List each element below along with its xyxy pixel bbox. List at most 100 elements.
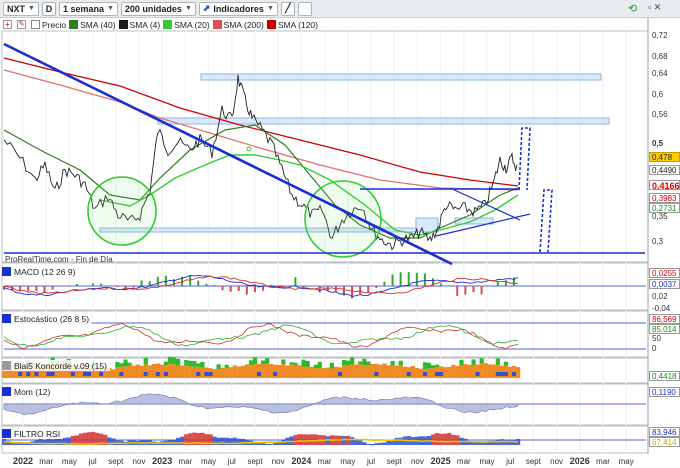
koncorde-bar [273,364,278,378]
koncorde-swatch-icon [2,361,11,370]
time-axis-label: jul [227,457,236,466]
time-axis-label: mar [317,457,332,466]
macd-axis-label: 0,02 [652,292,668,301]
koncorde-bar [410,365,415,378]
koncorde-bar [159,364,165,378]
koncorde-green-bar [192,360,197,367]
highlight-circle-1[interactable] [87,176,157,246]
koncorde-bar [212,369,217,378]
rsi-bar [341,436,347,445]
koncorde-blue-bar [46,372,51,376]
koncorde-green-bar [329,362,335,369]
koncorde-bar [261,364,266,378]
highlight-circle-2[interactable] [304,180,382,258]
highlight-circle-3[interactable] [246,146,252,152]
macd-axis-label: -0,04 [652,304,671,313]
koncorde-bar [483,363,488,378]
koncorde-green-bar [305,361,310,367]
time-axis-label: 2026 [569,456,590,466]
price-line [3,74,518,251]
macd-histogram-bar [35,286,38,292]
koncorde-green-bar [495,358,500,365]
macd-histogram-bar [67,286,70,287]
koncorde-bar [313,367,318,378]
rsi-bar [240,438,245,445]
mom-label: Mom (12) [14,386,51,397]
macd-histogram-bar [75,284,78,286]
koncorde-green-bar [123,359,128,367]
stoch-tag: 85,014 [649,324,680,334]
mom-panel-title[interactable]: Mom (12) [2,386,54,397]
koncorde-blue-bar [511,372,517,376]
stoch-panel-title[interactable]: Estocástico (26 8 5) [2,313,93,324]
macd-histogram-bar [480,286,483,295]
stoch-axis-label: 0 [652,344,657,353]
koncorde-panel-title[interactable]: Blai5 Koncorde v.09 (15) [2,360,110,371]
koncorde-green-bar [252,357,258,365]
koncorde-bar [285,365,290,378]
koncorde-bar [171,364,177,378]
koncorde-green-bar [362,358,367,366]
koncorde-bar [232,365,237,378]
koncorde-bar [511,365,517,378]
zone-box-small[interactable] [415,217,439,233]
triangle-bottom-line[interactable] [435,213,531,237]
koncorde-blue-bar [422,372,428,376]
koncorde-bar [176,365,181,378]
koncorde-bar [325,367,330,378]
koncorde-bar [277,364,282,378]
time-axis-label: jul [88,457,97,466]
macd-histogram-bar [391,274,394,286]
koncorde-green-bar [398,360,403,366]
koncorde-bar [370,363,375,378]
macd-histogram-bar [156,276,159,286]
price-tag: 0,3983 [649,193,680,203]
koncorde-bar [499,365,505,378]
time-axis-label: may [201,457,217,466]
macd-histogram-bar [456,286,459,296]
rsi-panel-title[interactable]: FILTRO RSI [2,428,64,439]
macd-histogram-bar [213,284,216,286]
projection-arrow-2[interactable] [539,189,553,253]
macd-histogram-bar [294,277,297,286]
koncorde-blue-bar [34,372,39,376]
macd-histogram-bar [197,280,200,286]
koncorde-bar [341,365,347,378]
koncorde-blue-bar [503,372,509,376]
koncorde-bar [216,369,221,378]
price-tag: 0,4166 [649,180,680,190]
koncorde-green-bar [431,365,436,369]
time-axis-label: may [61,457,77,466]
time-axis-label: mar [39,457,54,466]
rsi-swatch-icon [2,429,11,438]
chart-canvas[interactable] [0,0,680,468]
koncorde-green-bar [350,357,355,365]
koncorde-bar [200,367,205,378]
mom-tag: 0,1190 [649,387,680,397]
koncorde-blue-bar [163,372,169,376]
time-axis-label: may [340,457,356,466]
rsi-bar [443,433,448,445]
koncorde-blue-bar [18,372,23,376]
projection-arrow-1[interactable] [518,127,531,191]
zone-box-top[interactable] [200,73,602,81]
koncorde-green-bar [459,359,464,366]
koncorde-blue-bar [439,372,444,376]
rsi-bar [82,432,88,445]
rsi-bar [439,433,444,445]
time-axis-label: jul [366,457,376,466]
koncorde-bar [418,368,424,378]
macd-histogram-bar [51,286,54,290]
time-axis-label: nov [410,457,424,466]
koncorde-bar [269,363,274,378]
koncorde-green-bar [346,360,351,366]
macd-panel-title[interactable]: MACD (12 26 9) [2,266,79,277]
koncorde-bar [236,366,241,378]
koncorde-bar [240,365,245,378]
koncorde-green-bar [435,364,440,368]
koncorde-blue-bar [337,372,343,376]
mom-swatch-icon [2,387,11,396]
macd-histogram-bar [423,273,426,286]
koncorde-green-bar [341,359,347,366]
koncorde-green-bar [313,364,318,368]
